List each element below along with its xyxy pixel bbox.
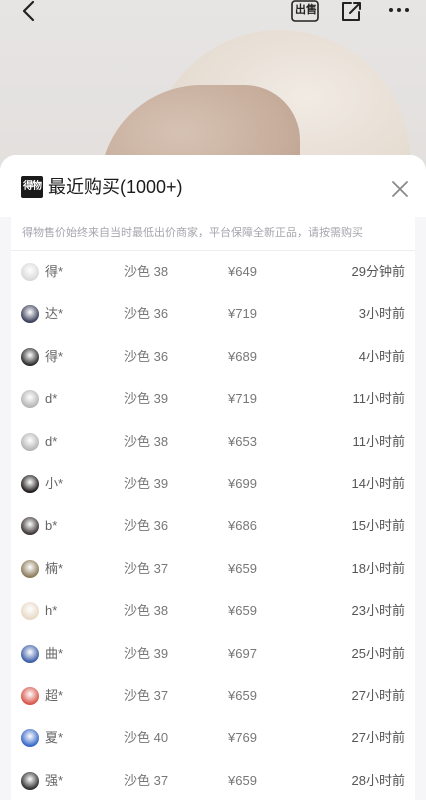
purchase-time: 4小时前: [358, 348, 405, 364]
price-label: ¥659: [228, 603, 257, 619]
user-name: 得*: [45, 348, 64, 364]
size-label: 沙色 38: [124, 603, 169, 619]
user-name: d*: [45, 433, 58, 449]
user-name: 超*: [45, 688, 64, 703]
avatar: [21, 517, 39, 536]
purchase-time: 23小时前: [351, 603, 405, 619]
purchase-row: 夏* 沙色 40 ¥769 27小时前: [11, 717, 415, 759]
size-label: 沙色 38: [124, 433, 169, 449]
price-label: ¥697: [228, 645, 257, 661]
price-label: ¥769: [228, 730, 257, 746]
recent-purchases-sheet: 得物 最近购买(1000+) 得物售价始终来自当时最低出价商家，平台保障全新正品…: [0, 155, 426, 800]
purchase-row: 曲* 沙色 39 ¥697 25小时前: [11, 633, 415, 675]
purchase-row: d* 沙色 38 ¥653 11小时前: [11, 421, 415, 463]
size-label: 沙色 37: [124, 688, 169, 703]
avatar: [21, 390, 39, 409]
user-name: h*: [45, 603, 58, 619]
user-name: 强*: [45, 772, 64, 788]
avatar: [21, 347, 39, 366]
purchase-row: 楠* 沙色 37 ¥659 18小时前: [11, 548, 415, 590]
purchase-list[interactable]: 得* 沙色 38 ¥649 29分钟前 达* 沙色 36 ¥719 3小时前 得* 沙色 36 ¥6…: [11, 251, 415, 800]
size-label: 沙色 38: [124, 264, 169, 279]
purchase-time: 15小时前: [351, 518, 405, 534]
purchase-time: 18小时前: [351, 560, 405, 576]
price-label: ¥719: [228, 391, 257, 407]
purchase-row: 得* 沙色 36 ¥689 4小时前: [11, 336, 415, 378]
size-label: 沙色 40: [124, 730, 169, 746]
size-label: 沙色 36: [124, 518, 169, 534]
purchase-time: 11小时前: [352, 433, 406, 449]
purchase-row: 强* 沙色 37 ¥659 28小时前: [11, 760, 415, 800]
chevron-left-icon[interactable]: [18, 0, 40, 24]
purchase-row: 小* 沙色 39 ¥699 14小时前: [11, 463, 415, 505]
price-label: ¥649: [228, 264, 257, 279]
share-icon[interactable]: [338, 0, 364, 24]
avatar: [21, 559, 39, 578]
user-name: b*: [45, 518, 58, 534]
size-label: 沙色 37: [124, 560, 169, 576]
purchase-time: 3小时前: [358, 306, 405, 322]
user-name: 小*: [45, 476, 64, 491]
purchase-row: h* 沙色 38 ¥659 23小时前: [11, 590, 415, 632]
user-name: 得*: [45, 264, 64, 279]
user-name: 达*: [45, 306, 64, 322]
avatar: [21, 263, 39, 281]
price-label: ¥653: [228, 433, 257, 449]
user-name: 夏*: [45, 730, 64, 746]
sheet-title: 最近购买(1000+): [48, 177, 183, 197]
size-label: 沙色 39: [124, 645, 169, 661]
avatar: [21, 475, 39, 493]
purchase-row: b* 沙色 36 ¥686 15小时前: [11, 505, 415, 547]
price-notice: 得物售价始终来自当时最低出价商家，平台保障全新正品，请按需购买: [11, 217, 415, 251]
avatar: [21, 644, 39, 663]
user-name: 楠*: [45, 560, 64, 576]
size-label: 沙色 39: [124, 391, 169, 407]
purchase-time: 25小时前: [351, 645, 405, 661]
price-label: ¥689: [228, 348, 257, 364]
purchase-time: 28小时前: [351, 772, 405, 788]
avatar: [21, 729, 39, 748]
avatar: [21, 771, 39, 790]
user-name: 曲*: [45, 645, 64, 661]
avatar: [21, 687, 39, 705]
purchase-row: d* 沙色 39 ¥719 11小时前: [11, 378, 415, 420]
purchase-time: 14小时前: [351, 476, 405, 491]
close-button[interactable]: [388, 177, 412, 201]
avatar: [21, 305, 39, 324]
price-label: ¥659: [228, 688, 257, 703]
brand-logo-icon: 得物: [21, 176, 43, 198]
price-label: ¥659: [228, 560, 257, 576]
user-name: d*: [45, 391, 58, 407]
purchase-time: 11小时前: [352, 391, 406, 407]
price-label: ¥719: [228, 306, 257, 322]
purchase-time: 27小时前: [351, 688, 405, 703]
sheet-header: 得物 最近购买(1000+): [0, 155, 426, 217]
price-label: ¥686: [228, 518, 257, 534]
size-label: 沙色 39: [124, 476, 169, 491]
avatar: [21, 432, 39, 451]
size-label: 沙色 37: [124, 772, 169, 788]
purchase-row: 达* 沙色 36 ¥719 3小时前: [11, 293, 415, 335]
more-icon[interactable]: [386, 0, 412, 24]
avatar: [21, 602, 39, 621]
price-label: ¥659: [228, 772, 257, 788]
price-label: ¥699: [228, 476, 257, 491]
top-navigation-bar: 出售: [0, 0, 426, 28]
purchase-row: 超* 沙色 37 ¥659 27小时前: [11, 675, 415, 717]
purchase-time: 29分钟前: [351, 264, 405, 279]
close-icon: [392, 181, 408, 197]
size-label: 沙色 36: [124, 306, 169, 322]
sell-label: 出售: [295, 4, 317, 16]
purchase-time: 27小时前: [351, 730, 405, 746]
size-label: 沙色 36: [124, 348, 169, 364]
purchase-row: 得* 沙色 38 ¥649 29分钟前: [11, 251, 415, 293]
sell-button[interactable]: 出售: [289, 0, 321, 24]
